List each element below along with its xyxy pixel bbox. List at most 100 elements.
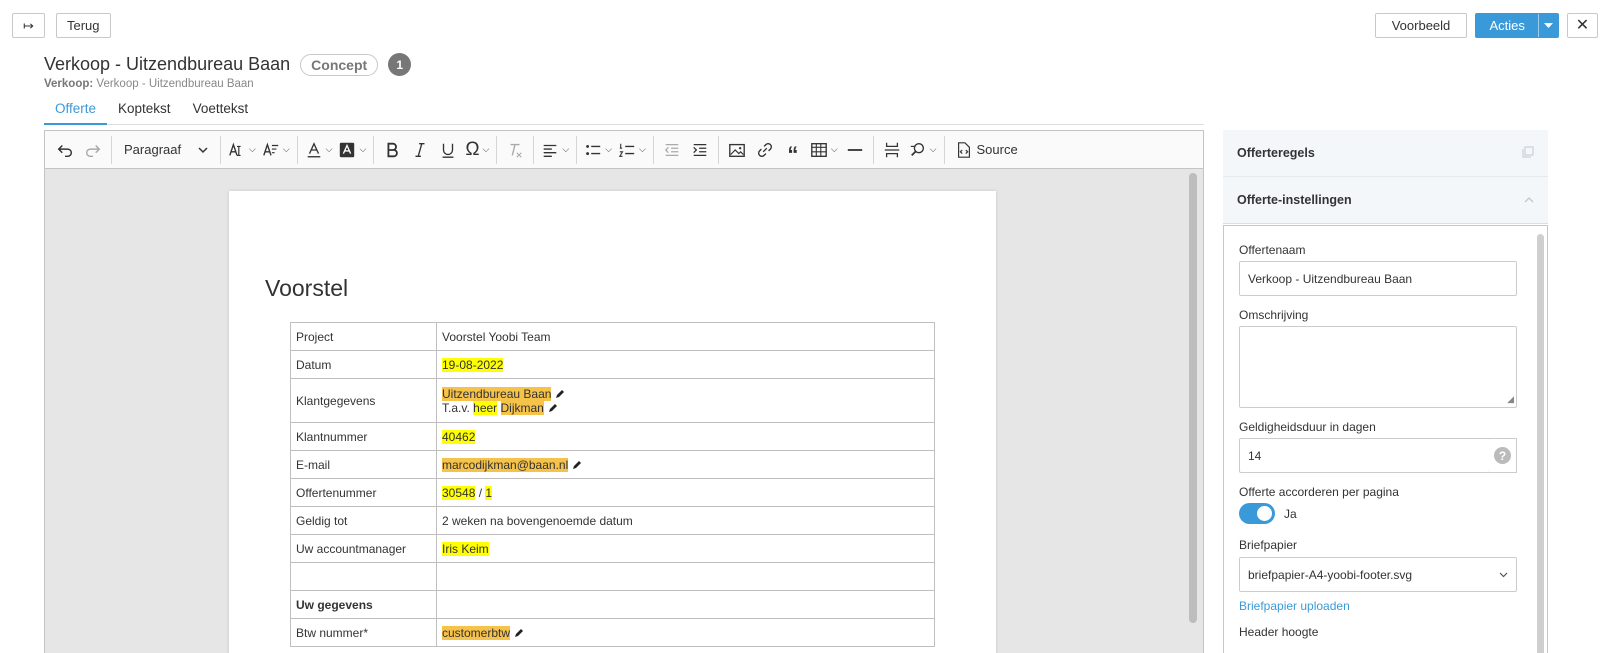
- table-cell-value[interactable]: marcodijkman@baan.nl: [436, 450, 935, 479]
- italic-button[interactable]: [406, 135, 434, 165]
- page-break-button[interactable]: [878, 135, 906, 165]
- briefpapier-value: briefpapier-A4-yoobi-footer.svg: [1248, 567, 1413, 582]
- chevron-down-icon: ⌵: [562, 144, 570, 154]
- preview-button[interactable]: Voorbeeld: [1375, 13, 1467, 38]
- table-cell-value[interactable]: 2 weken na bovengenoemde datum: [436, 506, 935, 535]
- insert-table-dropdown[interactable]: ⌵: [807, 135, 841, 165]
- bold-button[interactable]: [378, 135, 406, 165]
- accordion-offerteregels[interactable]: Offerteregels: [1223, 130, 1548, 177]
- tab-offerte[interactable]: Offerte: [44, 95, 108, 125]
- settings-panel: Offerteregels Offerte-instellingen Offer…: [1223, 130, 1548, 653]
- table-cell-value[interactable]: 30548 / 1: [436, 478, 935, 507]
- chevron-up-icon[interactable]: [1524, 193, 1534, 207]
- table-cell-empty[interactable]: [436, 562, 935, 591]
- table-cell-label[interactable]: Offertenummer: [290, 478, 437, 507]
- underline-button[interactable]: [434, 135, 462, 165]
- offertenaam-input[interactable]: Verkoop - Uitzendbureau Baan: [1239, 261, 1517, 296]
- source-icon: [957, 141, 970, 158]
- actions-button[interactable]: Acties: [1475, 13, 1559, 38]
- table-cell-label[interactable]: Uw gegevens: [290, 590, 437, 619]
- pencil-icon[interactable]: [572, 460, 582, 470]
- source-button[interactable]: Source: [949, 135, 1024, 165]
- panel-scrollbar[interactable]: [1537, 234, 1544, 653]
- table-cell-empty[interactable]: [436, 590, 935, 619]
- accordion-offerte-instellingen[interactable]: Offerte-instellingen: [1223, 177, 1548, 224]
- background-color-icon: [340, 142, 355, 157]
- table-cell-label[interactable]: Project: [290, 322, 437, 351]
- accordion-title: Offerteregels: [1237, 146, 1315, 160]
- remove-format-icon: [510, 143, 523, 158]
- undo-button[interactable]: [51, 135, 79, 165]
- pencil-icon[interactable]: [514, 628, 524, 638]
- blockquote-button[interactable]: “: [779, 135, 807, 165]
- table-cell-value[interactable]: Voorstel Yoobi Team: [436, 322, 935, 351]
- paragraph-dropdown[interactable]: Paragraaf: [116, 135, 216, 165]
- undo-icon: [57, 144, 73, 157]
- omschrijving-textarea[interactable]: ◢: [1239, 326, 1517, 408]
- alignment-dropdown[interactable]: ⌵: [538, 135, 572, 165]
- horizontal-line-button[interactable]: [841, 135, 869, 165]
- help-icon: ?: [1494, 447, 1511, 464]
- redo-button[interactable]: [79, 135, 107, 165]
- chevron-down-icon: ⌵: [830, 144, 838, 154]
- editor-scrollbar[interactable]: [1189, 173, 1197, 623]
- chevron-down-icon: ⌵: [605, 144, 613, 154]
- briefpapier-upload-link[interactable]: Briefpapier uploaden: [1239, 599, 1350, 613]
- popout-icon[interactable]: [1522, 146, 1534, 161]
- insert-image-button[interactable]: [723, 135, 751, 165]
- chevron-down-icon: ⌵: [282, 144, 290, 154]
- font-size-dropdown[interactable]: ⌵: [225, 135, 259, 165]
- font-family-dropdown[interactable]: ⌵: [259, 135, 293, 165]
- numbered-list-dropdown[interactable]: ⌵: [615, 135, 649, 165]
- toolbar-separator: [296, 135, 298, 164]
- font-color-dropdown[interactable]: ⌵: [302, 135, 336, 165]
- table-cell-label[interactable]: Uw accountmanager: [290, 534, 437, 563]
- tab-koptekst[interactable]: Koptekst: [107, 95, 182, 125]
- close-icon: ✕: [1575, 17, 1590, 34]
- table-cell-empty[interactable]: [290, 562, 437, 591]
- accorderen-toggle[interactable]: [1239, 503, 1275, 524]
- redo-icon: [85, 144, 101, 157]
- pencil-icon[interactable]: [555, 389, 565, 399]
- document-table[interactable]: Project Voorstel Yoobi Team Datum 19-08-…: [290, 322, 935, 647]
- actions-label: Acties: [1489, 18, 1525, 33]
- help-button[interactable]: ?: [1489, 438, 1517, 473]
- back-button[interactable]: Terug: [56, 13, 111, 38]
- indent-button[interactable]: [686, 135, 714, 165]
- resize-handle-icon[interactable]: ◢: [1507, 394, 1514, 405]
- briefpapier-select[interactable]: briefpapier-A4-yoobi-footer.svg: [1239, 557, 1517, 592]
- outdent-button[interactable]: [658, 135, 686, 165]
- geldigheidsduur-input[interactable]: 14: [1239, 438, 1490, 473]
- table-cell-value[interactable]: Uitzendbureau Baan T.a.v. heer Dijkman: [436, 378, 935, 423]
- background-color-dropdown[interactable]: ⌵: [335, 135, 369, 165]
- table-cell-label[interactable]: Klantgegevens: [290, 378, 437, 423]
- align-left-icon: [544, 144, 557, 157]
- remove-format-button[interactable]: [501, 135, 529, 165]
- table-cell-label[interactable]: Btw nummer*: [290, 618, 437, 647]
- pencil-icon[interactable]: [548, 403, 558, 413]
- expand-sidebar-button[interactable]: ↦: [12, 13, 45, 38]
- merge-field: Uitzendbureau Baan: [442, 386, 552, 401]
- table-cell-value[interactable]: 40462: [436, 422, 935, 451]
- horizontal-line-icon: [847, 148, 862, 151]
- bulleted-list-dropdown[interactable]: ⌵: [581, 135, 615, 165]
- table-cell-value[interactable]: customerbtw: [436, 618, 935, 647]
- special-characters-dropdown[interactable]: Ω ⌵: [462, 135, 492, 165]
- document-page[interactable]: Voorstel Project Voorstel Yoobi Team Dat…: [229, 191, 996, 653]
- offertenaam-label: Offertenaam: [1239, 243, 1306, 257]
- document-heading[interactable]: Voorstel: [265, 275, 348, 302]
- caret-down-icon[interactable]: [1538, 14, 1558, 37]
- find-replace-dropdown[interactable]: ⌵: [906, 135, 940, 165]
- status-badge: Concept: [300, 53, 379, 76]
- table-cell-value[interactable]: 19-08-2022: [436, 350, 935, 379]
- merge-field: 19-08-2022: [442, 357, 504, 372]
- insert-link-button[interactable]: [751, 135, 779, 165]
- table-cell-label[interactable]: E-mail: [290, 450, 437, 479]
- close-button[interactable]: ✕: [1567, 13, 1598, 38]
- image-icon: [728, 143, 745, 157]
- table-cell-label[interactable]: Klantnummer: [290, 422, 437, 451]
- tab-voettekst[interactable]: Voettekst: [182, 95, 260, 125]
- table-cell-label[interactable]: Geldig tot: [290, 506, 437, 535]
- table-cell-label[interactable]: Datum: [290, 350, 437, 379]
- table-cell-value[interactable]: Iris Keim: [436, 534, 935, 563]
